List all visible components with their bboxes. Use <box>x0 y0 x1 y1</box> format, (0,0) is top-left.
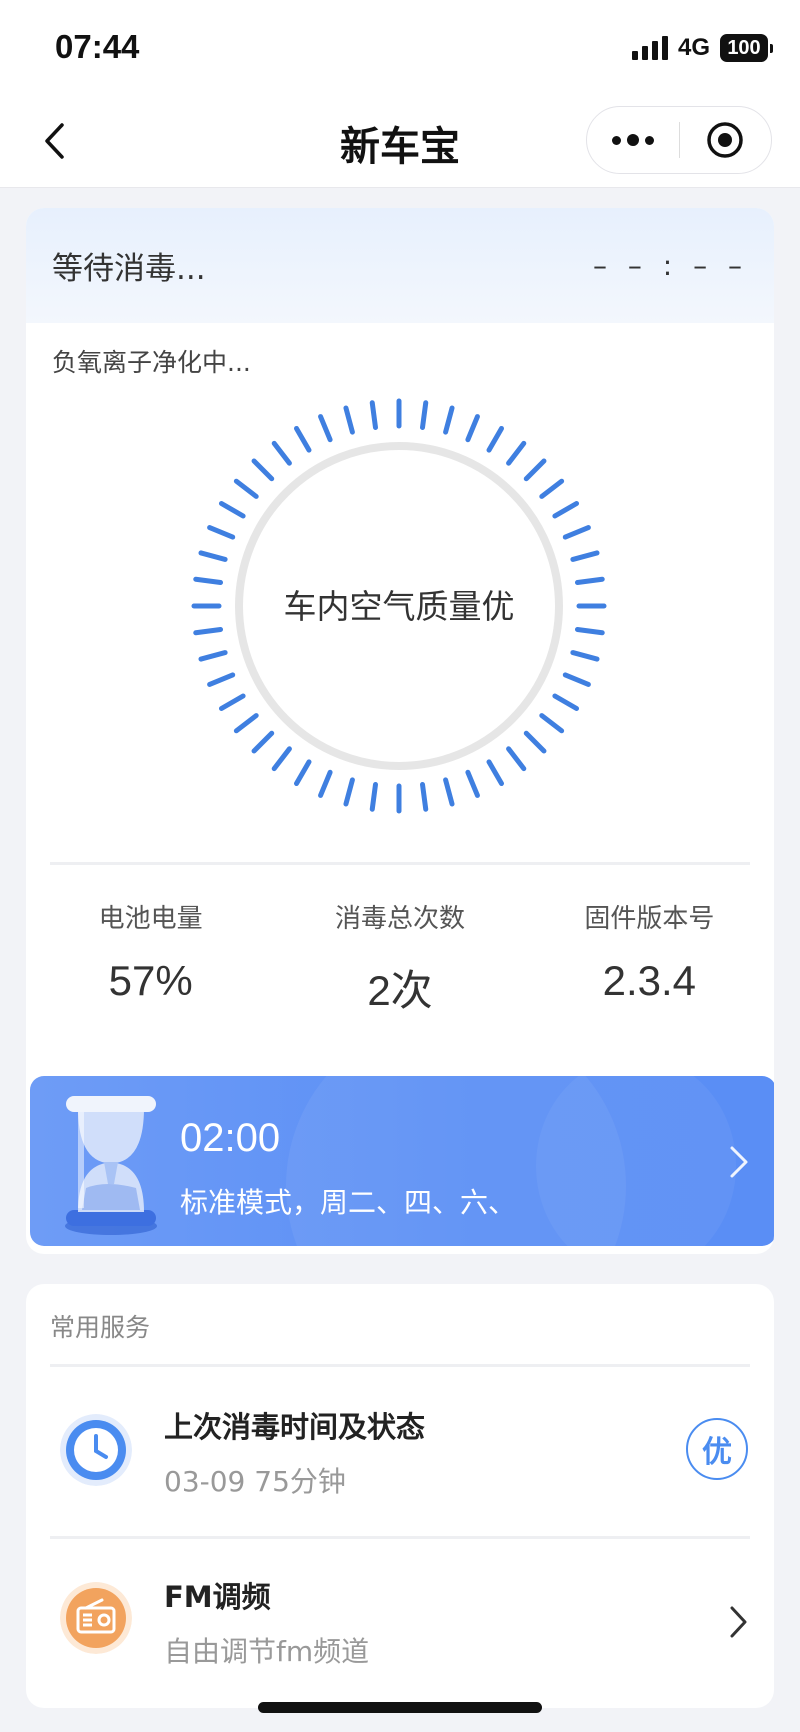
gauge-tick <box>218 693 246 711</box>
device-card: 等待消毒... – – : – – 负氧离子净化中... 车内空气质量优 电池电… <box>26 208 774 1254</box>
stat-label: 固件版本号 <box>584 904 715 934</box>
signal-icon <box>631 36 668 60</box>
service-name: FM调频 <box>164 1580 271 1614</box>
service-subtitle: 自由调节fm频道 <box>164 1635 370 1668</box>
gauge-tick <box>562 672 591 687</box>
last-disinfection-item[interactable]: 上次消毒时间及状态 03-09 75分钟 优 <box>26 1366 774 1536</box>
gauge-tick <box>294 425 312 453</box>
gauge-tick <box>465 769 480 798</box>
stat-firmware: 固件版本号 2.3.4 <box>525 898 774 1018</box>
decoration <box>536 1076 736 1246</box>
gauge-tick <box>539 713 565 734</box>
gauge-tick <box>343 405 355 435</box>
gauge-tick <box>523 458 547 482</box>
target-icon <box>707 122 743 158</box>
gauge-tick <box>570 550 600 562</box>
hourglass-icon <box>65 1096 157 1235</box>
more-dot-icon <box>611 135 621 145</box>
stat-value: 57% <box>108 957 193 1004</box>
gauge-tick <box>574 576 605 586</box>
gauge-tick <box>574 626 605 636</box>
gauge-tick <box>443 777 455 807</box>
app-screen: 07:44 4G 100 新车宝 等待消毒... – –: – – 负氧离子净… <box>0 0 800 1732</box>
gauge-tick <box>198 550 228 562</box>
battery-icon: 100 <box>720 34 773 62</box>
wait-status: 等待消毒... <box>52 251 206 287</box>
gauge-tick <box>419 781 429 812</box>
gauge-tick <box>271 746 292 772</box>
gauge-tick <box>318 769 333 798</box>
gauge-tick <box>523 730 547 754</box>
gauge-tick <box>193 576 224 586</box>
gauge-tick <box>233 713 259 734</box>
gauge-tick <box>419 400 429 431</box>
gauge-tick <box>318 414 333 443</box>
gauge-tick <box>539 478 565 499</box>
service-name: 上次消毒时间及状态 <box>164 1410 426 1444</box>
gauge-tick <box>506 440 527 466</box>
quality-badge: 优 <box>686 1418 748 1480</box>
more-dot-icon <box>644 135 654 145</box>
gauge-tick <box>369 400 379 431</box>
status-icons: 4G 100 <box>631 34 773 62</box>
more-dot-icon <box>626 134 639 146</box>
more-button[interactable] <box>587 107 679 173</box>
gauge-tick <box>486 759 504 787</box>
gauge-tick <box>562 525 591 540</box>
gauge-tick <box>218 501 246 519</box>
schedule-description: 标准模式，周二、四、六、 <box>180 1186 517 1219</box>
gauge-tick <box>506 746 527 772</box>
stat-value: 2.3.4 <box>602 957 697 1004</box>
schedule-banner[interactable]: 02:00 标准模式，周二、四、六、 <box>30 1076 774 1246</box>
gauge-tick <box>251 730 275 754</box>
mini-program-capsule <box>586 106 772 174</box>
nav-bar: 新车宝 <box>0 96 800 188</box>
gauge-tick <box>207 525 236 540</box>
gauge-tick <box>233 478 259 499</box>
chevron-right-icon <box>730 1606 747 1638</box>
home-indicator <box>258 1702 542 1713</box>
stat-label: 电池电量 <box>98 904 203 934</box>
gauge-tick <box>251 458 275 482</box>
common-services-card: 常用服务 上次消毒时间及状态 03-09 75分钟 优 FM调频 自由调节fm频… <box>26 1284 774 1708</box>
service-subtitle: 03-09 75分钟 <box>164 1465 346 1498</box>
gauge-tick <box>552 501 580 519</box>
schedule-time: 02:00 <box>180 1116 281 1160</box>
gauge-tick <box>552 693 580 711</box>
gauge-tick <box>369 781 379 812</box>
close-mini-program-button[interactable] <box>680 107 772 173</box>
status-bar: 07:44 4G 100 <box>0 0 800 96</box>
battery-level: 100 <box>727 36 761 59</box>
divider <box>50 862 750 865</box>
gauge-tick <box>486 425 504 453</box>
stat-value: 2次 <box>367 967 433 1014</box>
gauge-tick <box>294 759 312 787</box>
stat-label: 消毒总次数 <box>334 904 465 934</box>
air-quality-gauge: 车内空气质量优 <box>191 398 607 814</box>
gauge-tick <box>570 650 600 662</box>
gauge-tick <box>198 650 228 662</box>
stat-battery: 电池电量 57% <box>26 898 275 1018</box>
gauge-tick <box>193 626 224 636</box>
stat-disinfect-count: 消毒总次数 2次 <box>275 898 524 1018</box>
gauge-tick <box>271 440 292 466</box>
countdown-timer: – – : – – <box>592 249 748 282</box>
device-stats: 电池电量 57% 消毒总次数 2次 固件版本号 2.3.4 <box>26 898 774 1018</box>
disinfection-status-bar: 等待消毒... – – : – – <box>26 208 774 323</box>
clock-icon <box>60 1414 132 1486</box>
gauge-tick <box>443 405 455 435</box>
gauge-tick <box>343 777 355 807</box>
radio-icon <box>60 1582 132 1654</box>
section-title: 常用服务 <box>50 1313 151 1342</box>
gauge-tick <box>207 672 236 687</box>
chevron-right-icon <box>730 1146 748 1178</box>
status-time: 07:44 <box>55 28 140 65</box>
fm-radio-item[interactable]: FM调频 自由调节fm频道 <box>26 1538 774 1708</box>
gauge-tick <box>465 414 480 443</box>
network-type: 4G <box>677 34 710 61</box>
air-quality-text: 车内空气质量优 <box>284 587 515 626</box>
